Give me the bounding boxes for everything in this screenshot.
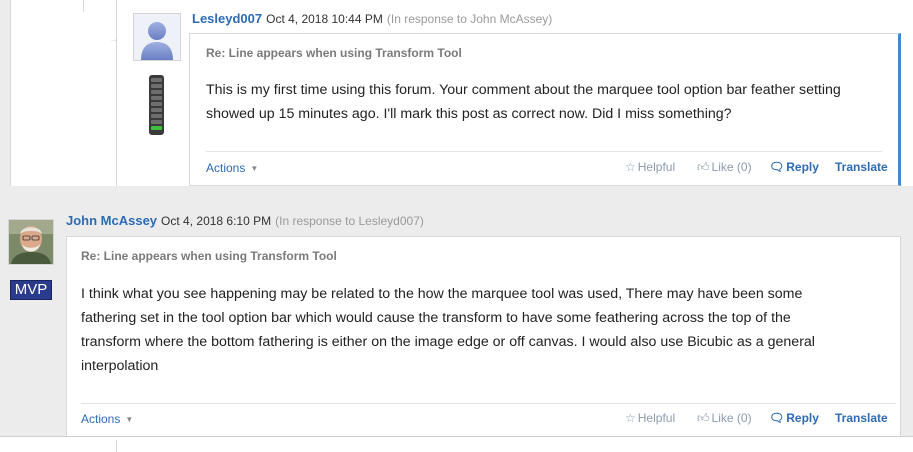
divider (81, 403, 896, 404)
avatar-photo[interactable] (8, 219, 54, 265)
caret-down-icon: ▼ (125, 415, 134, 424)
reply-button[interactable]: 🗨︎ Reply (769, 411, 819, 425)
like-button[interactable]: 👍︎ Like (0) (697, 411, 752, 426)
rank-meter (149, 75, 164, 135)
reply-button[interactable]: 🗨︎ Reply (769, 160, 819, 174)
post-box: Re: Line appears when using Transform To… (66, 236, 901, 436)
speech-bubble-icon: 🗨︎ (769, 411, 785, 425)
star-outline-icon: ☆ (625, 160, 636, 174)
author-link[interactable]: John McAssey (66, 213, 157, 228)
avatar-default[interactable] (133, 13, 181, 61)
post-date: Oct 4, 2018 10:44 PM (266, 12, 383, 26)
post-meta: John McAssey Oct 4, 2018 6:10 PM (In respo… (66, 213, 424, 228)
speech-bubble-icon: 🗨︎ (769, 160, 785, 174)
post-body-line: transform where the bottom fathering is … (81, 334, 815, 350)
post-box: Re: Line appears when using Transform To… (189, 33, 901, 186)
post-body-line: fathering set in the tool option bar whi… (81, 310, 791, 326)
post-body: I think what you see happening may be re… (81, 282, 896, 378)
default-user-icon (141, 22, 173, 60)
post-subject[interactable]: Re: Line appears when using Transform To… (206, 46, 462, 60)
post-body: This is my first time using this forum. … (206, 78, 896, 126)
post-body-line: I think what you see happening may be re… (81, 286, 803, 302)
post-body-line: showed up 15 minutes ago. I'll mark this… (206, 106, 732, 122)
thread-guide-line (116, 0, 117, 186)
post-date: Oct 4, 2018 6:10 PM (161, 214, 272, 228)
in-response-link[interactable]: (In response to John McAssey) (387, 12, 552, 26)
thread-guide-line (83, 0, 84, 12)
translate-button[interactable]: Translate (835, 411, 888, 425)
next-section-background (0, 437, 913, 452)
actions-menu[interactable]: Actions ▼ (206, 161, 258, 175)
thumbs-up-icon: 👍︎ (697, 160, 710, 174)
author-link[interactable]: Lesleyd007 (192, 11, 262, 26)
like-button[interactable]: 👍︎ Like (0) (697, 160, 752, 175)
post-meta: Lesleyd007 Oct 4, 2018 10:44 PM (In respon… (192, 11, 552, 26)
post-body-line: interpolation (81, 358, 159, 374)
thread-guide-line (10, 0, 11, 186)
thread-connector-icon: → (109, 34, 119, 45)
thumbs-up-icon: 👍︎ (697, 411, 710, 425)
in-response-link[interactable]: (In response to Lesleyd007) (275, 214, 424, 228)
caret-down-icon: ▼ (250, 164, 259, 173)
star-outline-icon: ☆ (625, 411, 636, 425)
user-photo-icon (9, 220, 53, 264)
post-subject[interactable]: Re: Line appears when using Transform To… (81, 249, 337, 263)
mvp-badge: MVP (10, 280, 52, 300)
post-body-line: This is my first time using this forum. … (206, 82, 841, 98)
helpful-button[interactable]: ☆ Helpful (625, 160, 675, 174)
divider (206, 151, 882, 152)
thread-guide-line (116, 440, 117, 452)
translate-button[interactable]: Translate (835, 160, 888, 174)
actions-menu[interactable]: Actions ▼ (81, 412, 133, 426)
helpful-button[interactable]: ☆ Helpful (625, 411, 675, 425)
